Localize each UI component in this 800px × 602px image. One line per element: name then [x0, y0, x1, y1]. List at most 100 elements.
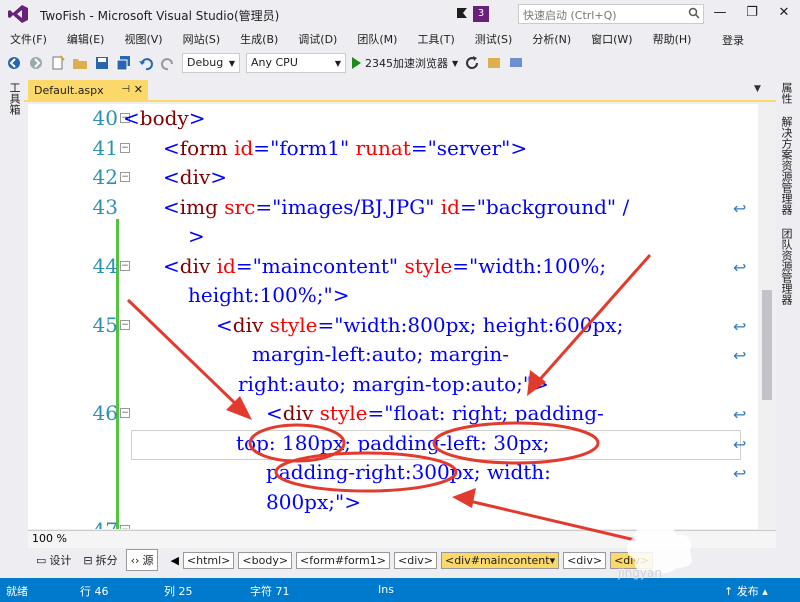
tab-label: Default.aspx [34, 84, 104, 97]
menu-window[interactable]: 窗口(W) [591, 31, 632, 47]
feedback-flag-icon[interactable] [455, 7, 469, 21]
tab-list-dropdown-icon[interactable]: ▼ [754, 84, 761, 94]
code-line[interactable]: <img src="images/BJ.JPG" id="background"… [163, 195, 629, 219]
bookmark-icon[interactable] [486, 55, 502, 71]
menu-tools[interactable]: 工具(T) [417, 31, 454, 47]
word-wrap-icon: ↩ [733, 346, 747, 365]
status-insert-mode: Ins [378, 583, 394, 596]
menu-website[interactable]: 网站(S) [183, 31, 221, 47]
chevron-down-icon: ▼ [228, 59, 235, 68]
menu-debug[interactable]: 调试(D) [298, 31, 337, 47]
menu-team[interactable]: 团队(M) [357, 31, 397, 47]
restore-button[interactable]: ❐ [736, 0, 768, 26]
chevron-down-icon[interactable]: ▼ [452, 59, 458, 68]
zoom-level[interactable]: 100 % [32, 532, 67, 545]
close-button[interactable]: ✕ [768, 0, 800, 26]
breadcrumb-form[interactable]: <form#form1> [296, 551, 390, 569]
toolbox-tab[interactable]: 工具箱 [6, 82, 22, 115]
code-line[interactable]: height:100%;"> [188, 283, 349, 307]
breadcrumb-div-2[interactable]: <div> [563, 551, 607, 569]
menu-build[interactable]: 生成(B) [240, 31, 278, 47]
forward-icon[interactable] [28, 55, 44, 71]
browser-label: 2345加速浏览器 [365, 57, 448, 70]
collapse-icon[interactable]: − [120, 261, 130, 271]
title-bar: TwoFish - Microsoft Visual Studio(管理员) 3… [0, 0, 800, 28]
search-icon[interactable] [688, 7, 700, 19]
menu-file[interactable]: 文件(F) [10, 31, 47, 47]
split-view-button[interactable]: ⊟ 拆分 [79, 550, 121, 570]
play-icon [352, 57, 361, 69]
open-folder-icon[interactable] [72, 55, 88, 71]
platform-dropdown[interactable]: Any CPU ▼ [246, 53, 346, 73]
code-line[interactable]: 800px;"> [266, 490, 361, 514]
collapse-icon[interactable]: − [120, 172, 130, 182]
configuration-value: Debug [187, 56, 224, 69]
code-line[interactable]: right:auto; margin-top:auto;"> [238, 372, 549, 396]
line-number: 40 [92, 106, 118, 130]
team-explorer-tab[interactable]: 团队资源管理器 [778, 228, 794, 305]
watermark-text: jingyan [618, 566, 662, 580]
code-line[interactable]: margin-left:auto; margin- [252, 342, 509, 366]
menu-help[interactable]: 帮助(H) [653, 31, 692, 47]
status-ready: 就绪 [6, 585, 28, 598]
breadcrumb-body[interactable]: <body> [238, 551, 293, 569]
menu-test[interactable]: 测试(S) [475, 31, 513, 47]
comment-icon[interactable] [508, 55, 524, 71]
menu-edit[interactable]: 编辑(E) [67, 31, 105, 47]
code-line[interactable]: > [188, 224, 205, 248]
back-icon[interactable] [6, 55, 22, 71]
code-line[interactable]: <div style="width:800px; height:600px; [216, 313, 623, 337]
save-icon[interactable] [94, 55, 110, 71]
line-number: 47 [28, 518, 118, 529]
code-line[interactable]: <body> [123, 106, 205, 130]
breadcrumb-maincontent[interactable]: <div#maincontent▾ [440, 551, 560, 569]
word-wrap-icon: ↩ [733, 435, 747, 454]
start-debugging-button[interactable]: 2345加速浏览器 ▼ [352, 55, 458, 71]
breadcrumb-div[interactable]: <div> [394, 551, 437, 569]
login-link[interactable]: 登录 [722, 32, 744, 48]
notification-badge[interactable]: 3 [473, 6, 489, 22]
breadcrumb-back-icon[interactable]: ◀ [170, 554, 178, 567]
pin-icon[interactable]: ⊣ [121, 84, 130, 95]
code-line[interactable]: <div> [163, 165, 227, 189]
breadcrumb-html[interactable]: <html> [182, 551, 235, 569]
toolbar: Debug ▼ Any CPU ▼ 2345加速浏览器 ▼ [0, 50, 800, 76]
split-icon: ⊟ [83, 553, 93, 567]
visual-studio-logo-icon [8, 5, 28, 23]
properties-tab[interactable]: 属性 [778, 82, 794, 104]
undo-icon[interactable] [138, 55, 154, 71]
word-wrap-icon: ↩ [733, 405, 747, 424]
tab-default-aspx[interactable]: Default.aspx ⊣ ✕ [28, 80, 148, 102]
configuration-dropdown[interactable]: Debug ▼ [182, 53, 240, 73]
design-icon: ▭ [36, 553, 47, 567]
source-view-button[interactable]: ‹› 源 [125, 549, 159, 571]
refresh-icon[interactable] [464, 55, 480, 71]
collapse-icon[interactable]: − [120, 408, 130, 418]
code-line[interactable]: top: 180px; padding-left: 30px; [236, 431, 550, 455]
platform-value: Any CPU [251, 56, 298, 69]
line-number: 43 [92, 195, 118, 219]
menu-view[interactable]: 视图(V) [124, 31, 162, 47]
collapse-icon[interactable]: − [120, 525, 130, 529]
minimize-button[interactable]: — [704, 0, 736, 26]
collapse-icon[interactable]: − [120, 143, 130, 153]
design-view-button[interactable]: ▭ 设计 [32, 550, 75, 570]
quick-launch-input[interactable]: 快速启动 (Ctrl+Q) [518, 4, 704, 24]
solution-explorer-tab[interactable]: 解决方案资源管理器 [778, 116, 794, 215]
code-editor[interactable]: 40− <body> 41− <form id="form1" runat="serv… [28, 104, 758, 529]
close-icon[interactable]: ✕ [134, 83, 143, 96]
word-wrap-icon: ↩ [733, 464, 747, 483]
menu-analyze[interactable]: 分析(N) [532, 31, 571, 47]
line-number: 42 [92, 165, 118, 189]
save-all-icon[interactable] [116, 55, 132, 71]
new-project-icon[interactable] [50, 55, 66, 71]
code-line[interactable]: <form id="form1" runat="server"> [163, 136, 527, 160]
publish-button[interactable]: ↑ 发布 ▴ [724, 583, 768, 599]
collapse-icon[interactable]: − [120, 320, 130, 330]
code-line[interactable]: padding-right:300px; width: [266, 460, 551, 484]
line-number: 45 [92, 313, 118, 337]
scrollbar-thumb[interactable] [762, 290, 772, 400]
code-line[interactable]: <div style="float: right; padding- [266, 401, 604, 425]
redo-icon[interactable] [160, 55, 176, 71]
code-line[interactable]: <div id="maincontent" style="width:100%; [163, 254, 606, 278]
